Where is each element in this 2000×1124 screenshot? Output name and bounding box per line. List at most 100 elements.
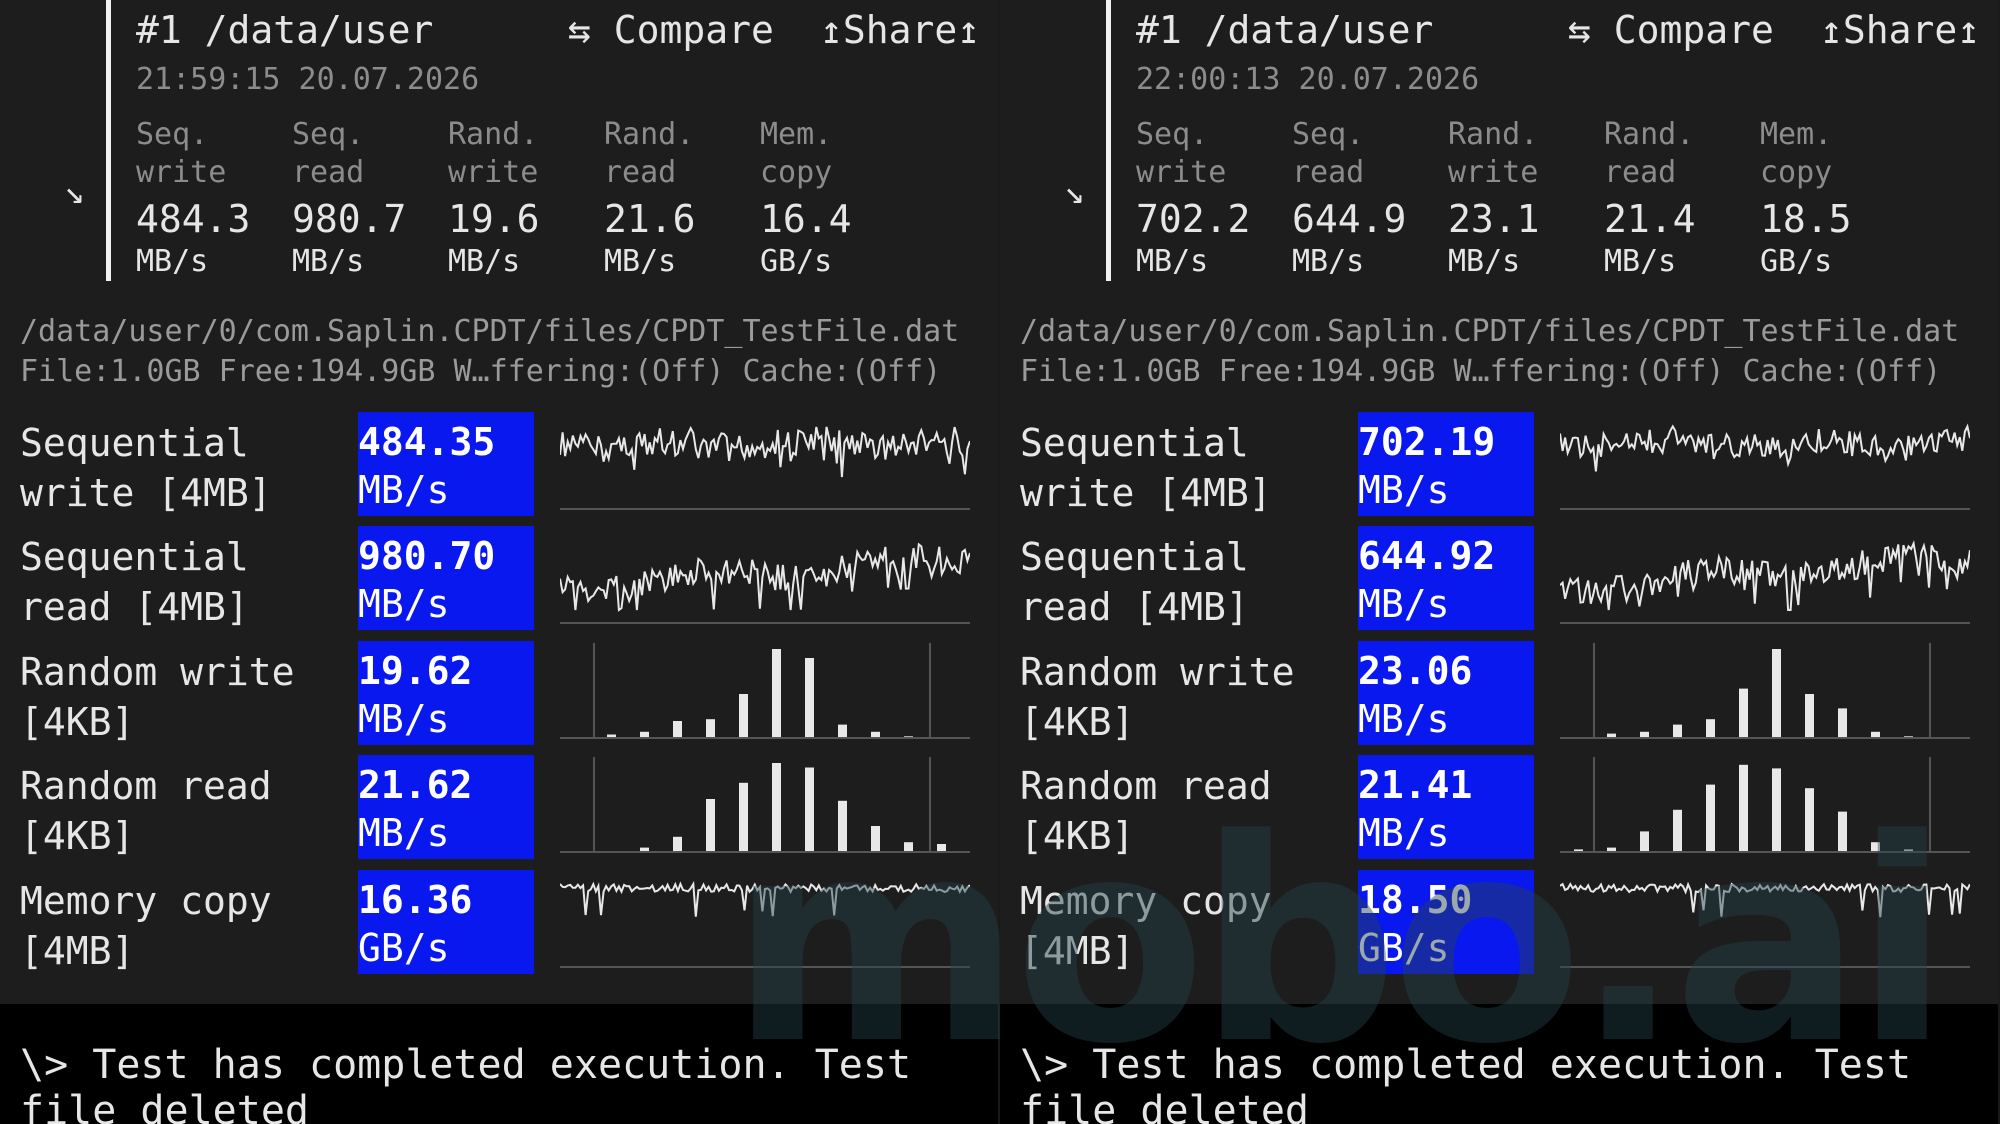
summary-metric-label: write	[136, 155, 227, 190]
summary-metric: Mem. copy 16.4 GB/s	[760, 116, 912, 280]
graph-bar	[1673, 724, 1682, 739]
graph-bar	[805, 658, 814, 739]
summary-metric: Rand. read 21.4 MB/s	[1604, 116, 1756, 280]
test-timestamp: 22:00:13 20.07.2026	[1136, 62, 1480, 97]
result-unit: GB/s	[358, 926, 450, 970]
summary-metric-value: 702.2	[1136, 197, 1251, 241]
summary-metric-unit: GB/s	[1760, 244, 1833, 279]
graph-bar	[673, 721, 682, 739]
result-value: 644.92	[1358, 534, 1496, 578]
result-label: Random write [4KB]	[20, 650, 295, 744]
result-value-box: 21.62 MB/s	[358, 755, 534, 859]
summary-metric-unit: MB/s	[604, 244, 677, 279]
result-unit: MB/s	[358, 811, 450, 855]
result-graph	[560, 425, 970, 510]
result-row: Sequential read [4MB] 644.92 MB/s	[1000, 526, 1998, 630]
summary-metric-label: Rand.	[1448, 117, 1539, 152]
result-value: 484.35	[358, 420, 496, 464]
summary-metric: Seq. read 980.7 MB/s	[292, 116, 444, 280]
result-row: Random write [4KB] 19.62 MB/s	[0, 641, 998, 745]
result-row: Sequential write [4MB] 702.19 MB/s	[1000, 412, 1998, 516]
result-value-box: 980.70 MB/s	[358, 526, 534, 630]
result-unit: MB/s	[358, 582, 450, 626]
graph-bar	[706, 799, 715, 853]
summary-metric-label: Mem.	[760, 117, 833, 152]
summary-metric-label: write	[448, 155, 539, 190]
share-button[interactable]: ↥Share↥	[1820, 8, 1980, 52]
result-value-box: 702.19 MB/s	[1358, 412, 1534, 516]
summary-metric-value: 21.4	[1604, 197, 1696, 241]
result-value-box: 16.36 GB/s	[358, 870, 534, 974]
summary-metric: Seq. read 644.9 MB/s	[1292, 116, 1444, 280]
drive-title: #1 /data/user	[1136, 8, 1434, 52]
arrow-down-right-icon[interactable]: ↘	[1064, 172, 1084, 212]
result-value-box: 484.35 MB/s	[358, 412, 534, 516]
summary-metric-label: write	[1448, 155, 1539, 190]
result-label: Sequential write [4MB]	[1020, 421, 1272, 515]
graph-bar	[706, 719, 715, 739]
selection-indicator-bar	[106, 0, 111, 281]
result-unit: MB/s	[1358, 582, 1450, 626]
result-label: Sequential write [4MB]	[20, 421, 272, 515]
compare-button[interactable]: ⇆ Compare	[1568, 8, 1774, 52]
result-value: 702.19	[1358, 420, 1496, 464]
graph-bar	[1706, 719, 1715, 739]
graph-bar	[1805, 694, 1814, 739]
summary-metric-label: Mem.	[1760, 117, 1833, 152]
arrow-down-right-icon[interactable]: ↘	[64, 172, 84, 212]
summary-metric-label: Seq.	[1292, 117, 1365, 152]
result-graph	[1560, 643, 1970, 739]
result-label: Random read [4KB]	[20, 764, 272, 858]
summary-metric-label: Seq.	[136, 117, 209, 152]
summary-metric: Seq. write 702.2 MB/s	[1136, 116, 1288, 280]
summary-metric-unit: MB/s	[292, 244, 365, 279]
summary-metric: Rand. write 19.6 MB/s	[448, 116, 600, 280]
summary-metric-unit: MB/s	[136, 244, 209, 279]
summary-metric-label: Rand.	[1604, 117, 1695, 152]
graph-bar	[739, 694, 748, 739]
drive-title: #1 /data/user	[136, 8, 434, 52]
share-button[interactable]: ↥Share↥	[820, 8, 980, 52]
summary-metric-value: 19.6	[448, 197, 540, 241]
graph-bar	[838, 724, 847, 739]
summary-metric-unit: MB/s	[1136, 244, 1209, 279]
result-value: 16.36	[358, 878, 473, 922]
summary-metric-unit: MB/s	[1448, 244, 1521, 279]
graph-bar	[772, 649, 781, 739]
summary-metric-label: copy	[1760, 155, 1833, 190]
result-value-box: 23.06 MB/s	[1358, 641, 1534, 745]
graph-line	[560, 542, 970, 612]
summary-metric-unit: MB/s	[448, 244, 521, 279]
summary-metric-value: 644.9	[1292, 197, 1407, 241]
summary-metric-label: write	[1136, 155, 1227, 190]
result-unit: MB/s	[358, 468, 450, 512]
result-value: 23.06	[1358, 649, 1473, 693]
result-value: 980.70	[358, 534, 496, 578]
result-row: Sequential write [4MB] 484.35 MB/s	[0, 412, 998, 516]
graph-bar	[1772, 649, 1781, 739]
summary-metric-unit: GB/s	[760, 244, 833, 279]
summary-metric-value: 18.5	[1760, 197, 1852, 241]
graph-bar	[1739, 688, 1748, 739]
graph-line	[1560, 540, 1970, 611]
selection-indicator-bar	[1106, 0, 1111, 281]
result-label: Sequential read [4MB]	[1020, 535, 1249, 629]
result-value-box: 19.62 MB/s	[358, 641, 534, 745]
summary-metric-label: read	[1292, 155, 1365, 190]
summary-metric-value: 23.1	[1448, 197, 1540, 241]
test-file-info: File:1.0GB Free:194.9GB W…ffering:(Off) …	[1020, 354, 1942, 389]
result-row: Random write [4KB] 23.06 MB/s	[1000, 641, 1998, 745]
result-label: Memory copy [4MB]	[20, 879, 272, 973]
summary-metric-label: Seq.	[292, 117, 365, 152]
summary-metric: Seq. write 484.3 MB/s	[136, 116, 288, 280]
summary-metric-label: Seq.	[1136, 117, 1209, 152]
summary-metric-label: Rand.	[604, 117, 695, 152]
result-graph	[560, 643, 970, 739]
result-value: 21.62	[358, 763, 473, 807]
result-graph	[1560, 540, 1970, 624]
compare-button[interactable]: ⇆ Compare	[568, 8, 774, 52]
result-unit: MB/s	[358, 697, 450, 741]
test-file-path: /data/user/0/com.Saplin.CPDT/files/CPDT_…	[20, 314, 960, 349]
summary-metric-label: read	[1604, 155, 1677, 190]
result-unit: MB/s	[1358, 697, 1450, 741]
